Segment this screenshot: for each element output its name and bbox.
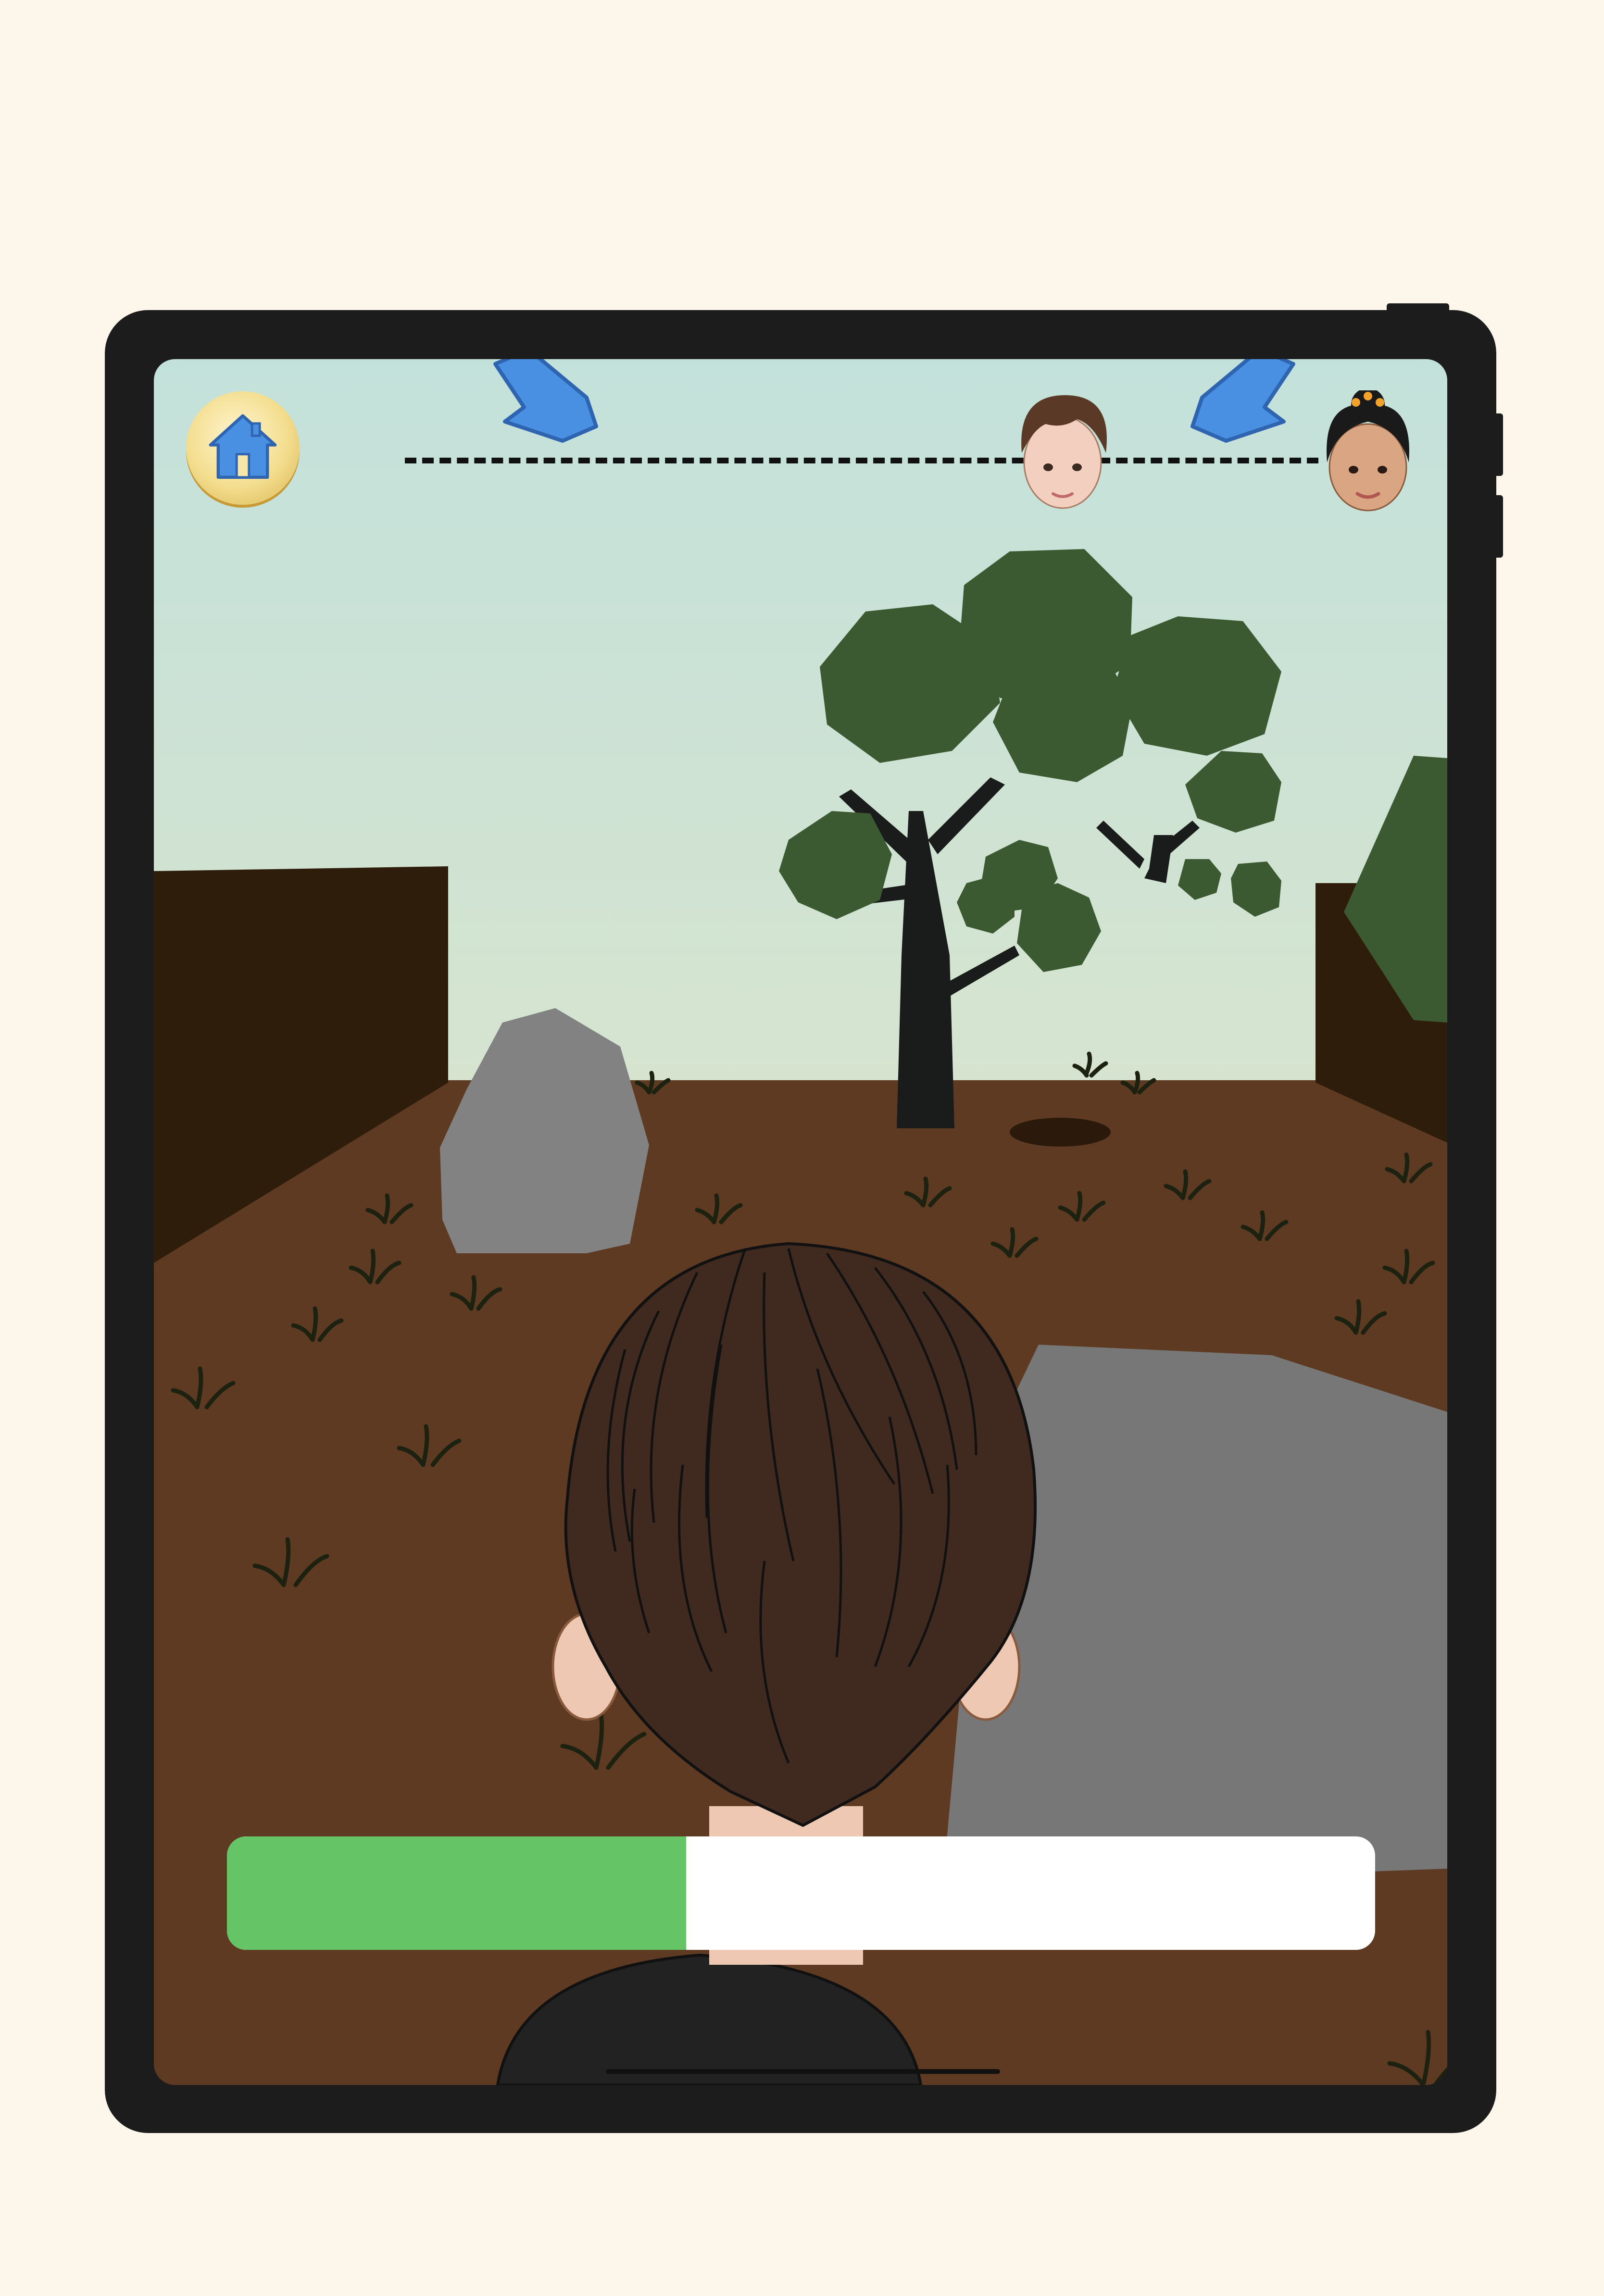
home-icon — [209, 414, 277, 479]
arrow-down-left-icon — [1190, 359, 1295, 443]
home-button[interactable] — [186, 391, 300, 505]
arrow-down-left-icon — [493, 359, 598, 443]
power-button — [1387, 303, 1449, 310]
hole — [1010, 1118, 1111, 1147]
volume-down-button — [1496, 495, 1503, 558]
progress-bar-fill — [227, 1836, 687, 1950]
home-indicator[interactable] — [606, 2069, 1000, 2074]
volume-up-button — [1496, 413, 1503, 476]
race-track-line — [405, 458, 1318, 463]
progress-bar — [227, 1836, 1375, 1950]
game-scene — [154, 359, 1447, 2085]
game-screen[interactable] — [154, 359, 1447, 2085]
girl-avatar-icon — [1327, 390, 1409, 512]
tablet-frame — [105, 303, 1503, 2133]
boy-avatar-icon — [1021, 395, 1107, 509]
